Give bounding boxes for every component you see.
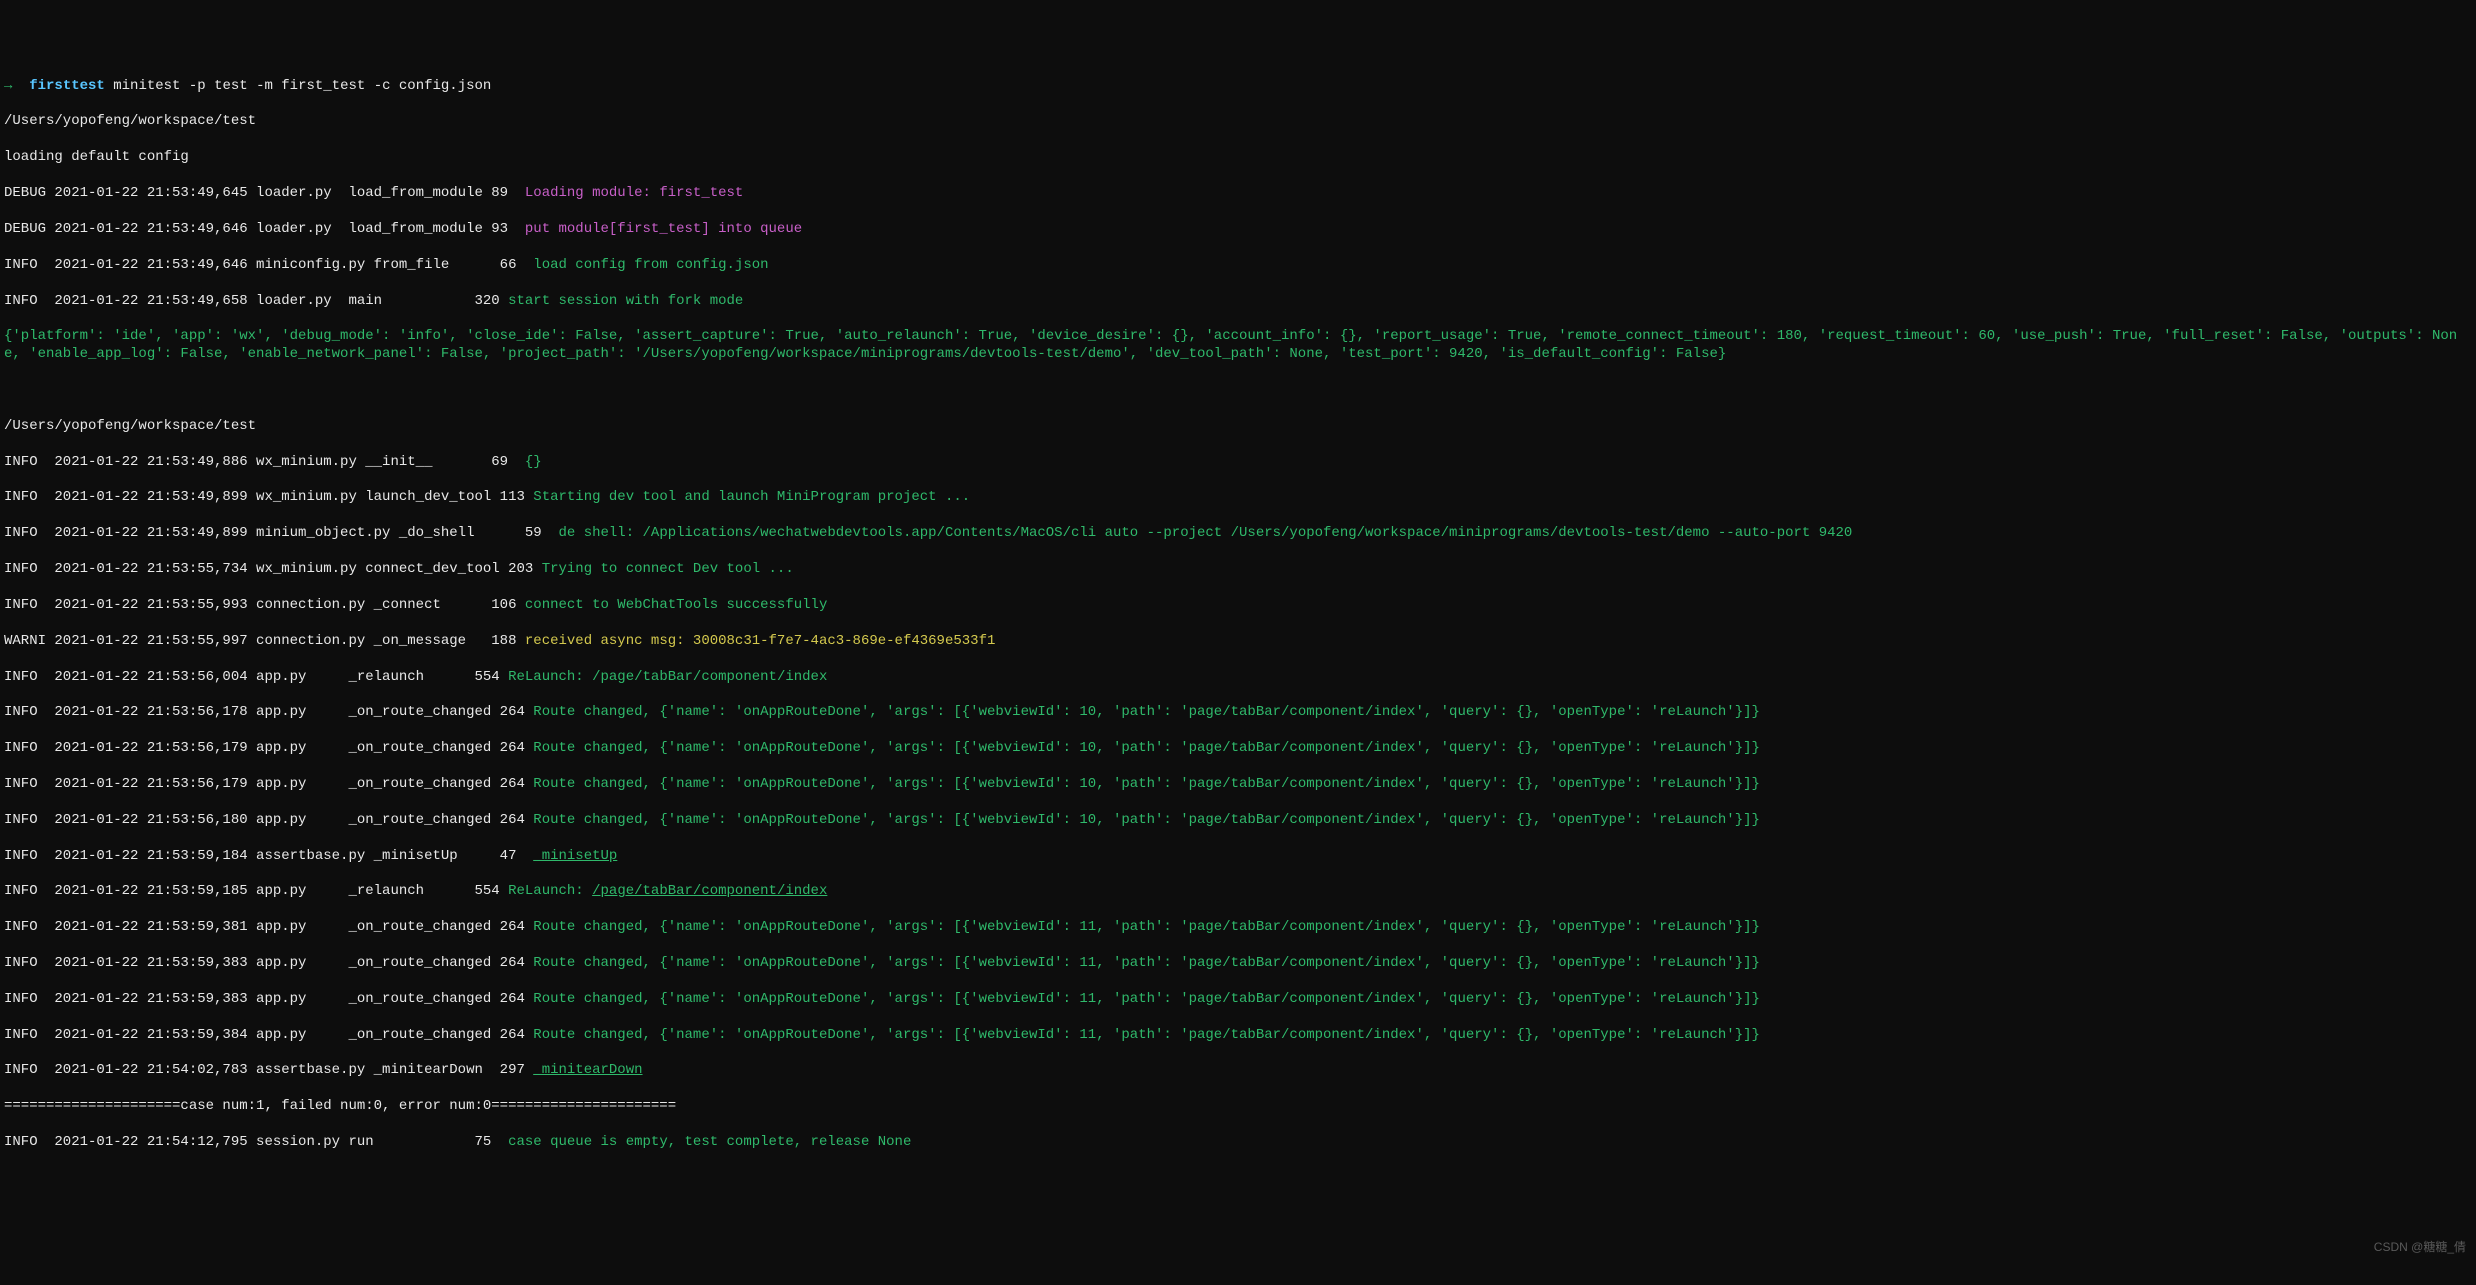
log-msg: Loading module: first_test [525,185,743,201]
log-prefix: INFO 2021-01-22 21:53:56,180 app.py _on_… [4,812,533,828]
log-prefix: INFO 2021-01-22 21:54:12,795 session.py … [4,1134,508,1150]
log-prefix: INFO 2021-01-22 21:53:59,184 assertbase.… [4,848,533,864]
log-line: INFO 2021-01-22 21:53:55,993 connection.… [4,597,2472,615]
log-prefix: INFO 2021-01-22 21:53:55,734 wx_minium.p… [4,561,542,577]
log-line: INFO 2021-01-22 21:53:49,899 minium_obje… [4,525,2472,543]
log-msg: Route changed, {'name': 'onAppRouteDone'… [533,740,1760,756]
log-line: INFO 2021-01-22 21:53:59,184 assertbase.… [4,848,2472,866]
separator-line: =====================case num:1, failed … [4,1098,2472,1116]
log-line: INFO 2021-01-22 21:53:59,384 app.py _on_… [4,1027,2472,1045]
log-line: INFO 2021-01-22 21:53:56,179 app.py _on_… [4,776,2472,794]
log-msg: _minisetUp [533,848,617,864]
log-prefix: INFO 2021-01-22 21:53:56,179 app.py _on_… [4,740,533,756]
log-prefix: DEBUG 2021-01-22 21:53:49,646 loader.py … [4,221,525,237]
log-prefix: INFO 2021-01-22 21:53:56,179 app.py _on_… [4,776,533,792]
cwd-line: /Users/yopofeng/workspace/test [4,113,2472,131]
log-line: INFO 2021-01-22 21:53:55,734 wx_minium.p… [4,561,2472,579]
log-line: INFO 2021-01-22 21:54:12,795 session.py … [4,1134,2472,1152]
log-msg: {} [525,454,542,470]
log-msg: Route changed, {'name': 'onAppRouteDone'… [533,991,1760,1007]
log-msg: _minitearDown [533,1062,642,1078]
log-msg: Route changed, {'name': 'onAppRouteDone'… [533,812,1760,828]
log-prefix: WARNI 2021-01-22 21:53:55,997 connection… [4,633,525,649]
log-line: DEBUG 2021-01-22 21:53:49,646 loader.py … [4,221,2472,239]
log-prefix: INFO 2021-01-22 21:53:49,886 wx_minium.p… [4,454,525,470]
log-msg-path: /page/tabBar/component/index [592,883,827,899]
blank-line [4,382,2472,400]
log-msg: received async msg: 30008c31-f7e7-4ac3-8… [525,633,995,649]
log-prefix: INFO 2021-01-22 21:54:02,783 assertbase.… [4,1062,533,1078]
prompt-command: minitest -p test -m first_test -c config… [113,78,491,94]
prompt-line[interactable]: → firsttest minitest -p test -m first_te… [4,78,2472,96]
log-line: INFO 2021-01-22 21:54:02,783 assertbase.… [4,1062,2472,1080]
log-prefix: INFO 2021-01-22 21:53:49,646 miniconfig.… [4,257,533,273]
log-prefix: INFO 2021-01-22 21:53:59,381 app.py _on_… [4,919,533,935]
log-msg: ReLaunch: [508,883,592,899]
log-line: WARNI 2021-01-22 21:53:55,997 connection… [4,633,2472,651]
log-line: DEBUG 2021-01-22 21:53:49,645 loader.py … [4,185,2472,203]
log-line: INFO 2021-01-22 21:53:49,646 miniconfig.… [4,257,2472,275]
log-msg: ReLaunch: /page/tabBar/component/index [508,669,827,685]
log-line: INFO 2021-01-22 21:53:56,179 app.py _on_… [4,740,2472,758]
log-msg: Trying to connect Dev tool ... [542,561,794,577]
log-prefix: INFO 2021-01-22 21:53:59,384 app.py _on_… [4,1027,533,1043]
log-line: INFO 2021-01-22 21:53:49,886 wx_minium.p… [4,454,2472,472]
log-msg: de shell: /Applications/wechatwebdevtool… [559,525,1853,541]
log-msg: Route changed, {'name': 'onAppRouteDone'… [533,919,1760,935]
log-line: INFO 2021-01-22 21:53:59,383 app.py _on_… [4,955,2472,973]
log-msg: Route changed, {'name': 'onAppRouteDone'… [533,704,1760,720]
config-dump: {'platform': 'ide', 'app': 'wx', 'debug_… [4,328,2472,364]
log-prefix: INFO 2021-01-22 21:53:59,185 app.py _rel… [4,883,508,899]
log-line: INFO 2021-01-22 21:53:59,185 app.py _rel… [4,883,2472,901]
prompt-dir: firsttest [29,78,105,94]
log-msg: start session with fork mode [508,293,743,309]
log-prefix: INFO 2021-01-22 21:53:49,899 minium_obje… [4,525,559,541]
log-prefix: INFO 2021-01-22 21:53:49,658 loader.py m… [4,293,508,309]
log-line: INFO 2021-01-22 21:53:59,383 app.py _on_… [4,991,2472,1009]
cwd-line: /Users/yopofeng/workspace/test [4,418,2472,436]
log-msg: Starting dev tool and launch MiniProgram… [533,489,970,505]
log-line: INFO 2021-01-22 21:53:49,658 loader.py m… [4,293,2472,311]
watermark: CSDN @糖糖_倩 [2374,1240,2466,1255]
log-msg: connect to WebChatTools successfully [525,597,827,613]
log-msg: load config from config.json [533,257,768,273]
log-prefix: INFO 2021-01-22 21:53:59,383 app.py _on_… [4,991,533,1007]
log-line: INFO 2021-01-22 21:53:56,004 app.py _rel… [4,669,2472,687]
log-prefix: DEBUG 2021-01-22 21:53:49,645 loader.py … [4,185,525,201]
log-prefix: INFO 2021-01-22 21:53:59,383 app.py _on_… [4,955,533,971]
prompt-arrow-icon: → [4,78,12,94]
log-line: INFO 2021-01-22 21:53:59,381 app.py _on_… [4,919,2472,937]
log-msg: Route changed, {'name': 'onAppRouteDone'… [533,776,1760,792]
loading-line: loading default config [4,149,2472,167]
log-msg: case queue is empty, test complete, rele… [508,1134,911,1150]
log-line: INFO 2021-01-22 21:53:56,178 app.py _on_… [4,704,2472,722]
log-msg: put module[first_test] into queue [525,221,802,237]
log-prefix: INFO 2021-01-22 21:53:56,004 app.py _rel… [4,669,508,685]
log-prefix: INFO 2021-01-22 21:53:56,178 app.py _on_… [4,704,533,720]
log-line: INFO 2021-01-22 21:53:56,180 app.py _on_… [4,812,2472,830]
log-msg: Route changed, {'name': 'onAppRouteDone'… [533,955,1760,971]
log-line: INFO 2021-01-22 21:53:49,899 wx_minium.p… [4,489,2472,507]
log-prefix: INFO 2021-01-22 21:53:49,899 wx_minium.p… [4,489,533,505]
log-msg: Route changed, {'name': 'onAppRouteDone'… [533,1027,1760,1043]
log-prefix: INFO 2021-01-22 21:53:55,993 connection.… [4,597,525,613]
